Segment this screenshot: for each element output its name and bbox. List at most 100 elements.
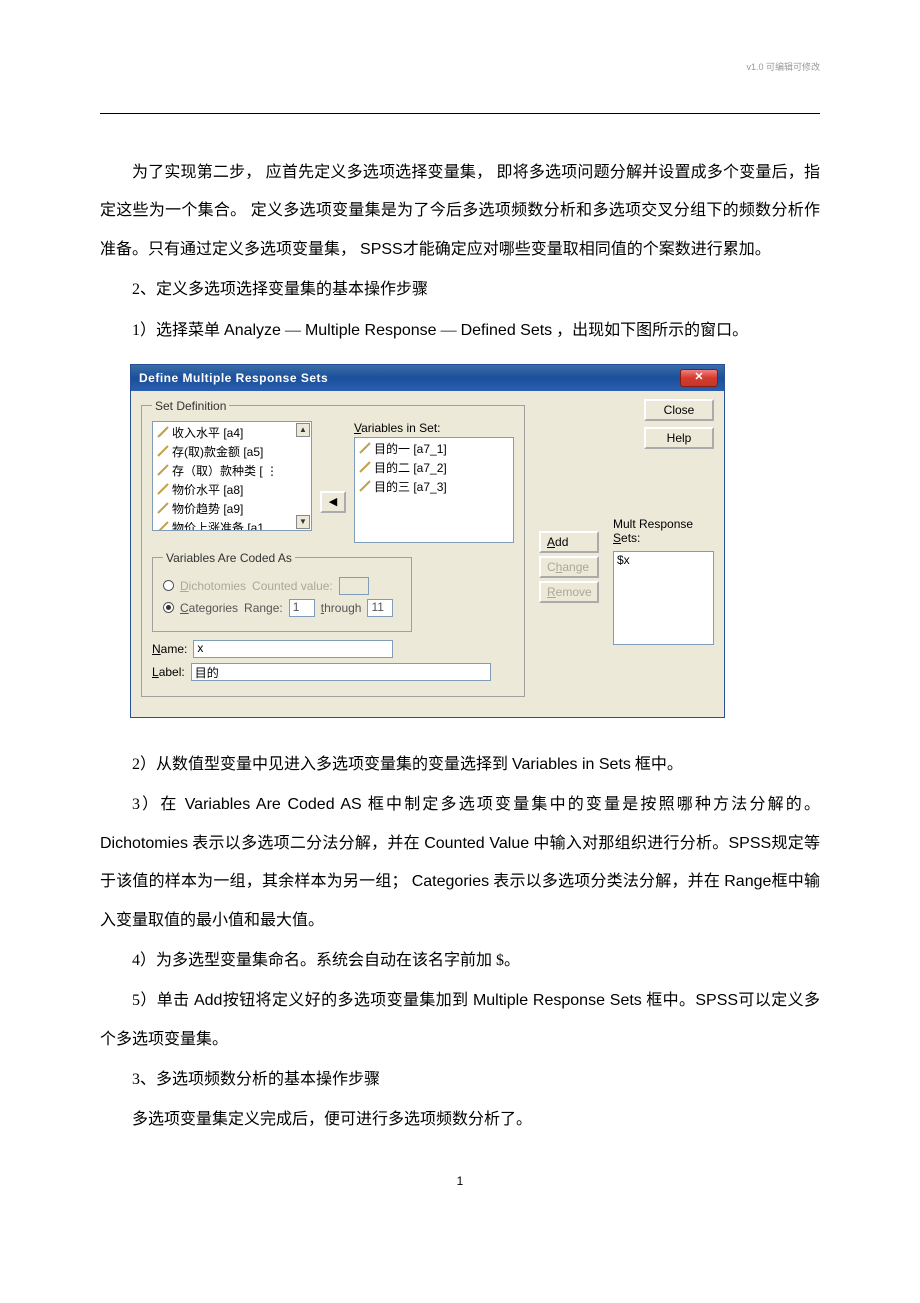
p3-e: ，出现如下图所示的窗口。 [552,322,748,339]
variables-in-set-column: Variables in Set: 目的一 [a7_1] 目的二 [a7_2] … [354,421,514,543]
scroll-down-button[interactable]: ▼ [296,515,310,529]
remove-button: Remove [539,581,599,603]
p7-e: 框中。 [642,992,696,1009]
scale-icon [359,480,371,492]
range-to-input[interactable]: 11 [367,599,393,617]
categories-radio[interactable] [163,602,174,613]
p3-defined-sets: Defined Sets [461,322,553,339]
list-item[interactable]: 存(取)款金额 [a5] [153,442,311,461]
list-item-label: 物价趋势 [a9] [172,500,243,517]
arrow-left-icon: ◀ [329,495,337,508]
paragraph-7: 5）单击 Add按钮将定义好的多选项变量集加到 Multiple Respons… [100,982,820,1059]
p3-analyze: Analyze [224,322,281,339]
list-item[interactable]: 物价趋势 [a9] [153,499,311,518]
paragraph-6: 4）为多选型变量集命名。系统会自动在该名字前加 $。 [100,942,820,980]
mr-sets-list[interactable]: $x [613,551,714,645]
list-item[interactable]: 目的一 [a7_1] [355,439,513,458]
dichotomies-label: Dichotomies [180,579,246,593]
top-rule [100,113,820,114]
p1-spss: SPSS [360,241,403,258]
list-item-label: 存（取）款种类 [ ⋮ [172,462,278,479]
list-item-label: 物价上涨准备 [a1 [172,519,264,531]
set-definition-legend: Set Definition [152,399,229,413]
dialog-titlebar[interactable]: Define Multiple Response Sets ✕ [131,365,724,391]
list-item[interactable]: 收入水平 [a4] [153,423,311,442]
p5-b: Variables Are Coded AS [185,796,362,813]
dichotomies-radio[interactable] [163,580,174,591]
scale-icon [157,445,169,457]
paragraph-9: 多选项变量集定义完成后，便可进行多选项频数分析了。 [100,1101,820,1139]
scroll-up-button[interactable]: ▲ [296,423,310,437]
p3-a: 1）选择菜单 [132,322,224,339]
p4-a: 2）从数值型变量中见进入多选项变量集的变量选择到 [132,756,512,773]
page-number: 1 [100,1174,820,1188]
dialog-middle-buttons: Add Change Remove [539,399,599,705]
label-row: Label: 目的 [152,663,514,681]
categories-row: Categories Range: 1 through 11 [163,599,401,617]
p3-dash1: — [281,322,305,339]
range-from-input[interactable]: 1 [289,599,315,617]
variables-in-set-label: Variables in Set: [354,421,514,435]
add-button[interactable]: Add [539,531,599,553]
through-label: through [321,601,362,615]
list-item-label: 目的三 [a7_3] [374,478,447,495]
list-item[interactable]: 存（取）款种类 [ ⋮ [153,461,311,480]
label-input[interactable]: 目的 [191,663,491,681]
mr-sets-label: Mult Response Sets: [613,517,714,545]
name-row: Name: x [152,640,514,658]
categories-label: Categories [180,601,238,615]
dialog-right-column: Close Help Mult Response Sets: $x [613,399,714,705]
list-item-label: 存(取)款金额 [a5] [172,443,263,460]
p5-a: 3）在 [132,796,185,813]
name-input[interactable]: x [193,640,393,658]
name-label: Name: [152,642,187,656]
close-button[interactable]: Close [644,399,714,421]
list-item[interactable]: 物价水平 [a8] [153,480,311,499]
paragraph-8: 3、多选项频数分析的基本操作步骤 [100,1061,820,1099]
p5-l: Range [724,873,771,890]
paragraph-3: 1）选择菜单 Analyze — Multiple Response — Def… [100,312,820,350]
dialog-left-column: Set Definition ▲ 收入水平 [a4] 存(取)款金额 [a5] … [141,399,525,705]
p1-tail: 才能确定应对哪些变量取相同值的个案数进行累加。 [403,241,771,258]
dialog-body: Set Definition ▲ 收入水平 [a4] 存(取)款金额 [a5] … [131,391,724,717]
dichotomies-row: Dichotomies Counted value: [163,577,401,595]
range-label: Range: [244,601,283,615]
scale-icon [359,442,371,454]
label-label: Label: [152,665,185,679]
dialog-title: Define Multiple Response Sets [139,371,328,385]
source-variables-list[interactable]: ▲ 收入水平 [a4] 存(取)款金额 [a5] 存（取）款种类 [ ⋮ 物价水… [152,421,312,531]
scale-icon [157,426,169,438]
variables-in-set-list[interactable]: 目的一 [a7_1] 目的二 [a7_2] 目的三 [a7_3] [354,437,514,543]
list-item-label: 目的一 [a7_1] [374,440,447,457]
p4-c: 框中。 [631,756,683,773]
p7-b: Add [194,992,222,1009]
paragraph-1: 为了实现第二步， 应首先定义多选项选择变量集， 即将多选项问题分解并设置成多个变… [100,154,820,269]
list-item[interactable]: 目的二 [a7_2] [355,458,513,477]
close-icon: ✕ [694,372,703,383]
variables-coded-legend: Variables Are Coded As [163,551,295,565]
scale-icon [157,502,169,514]
list-item[interactable]: 物价上涨准备 [a1 [153,518,311,531]
p3-dash2: — [437,322,461,339]
p5-h: SPSS [729,835,772,852]
move-left-button[interactable]: ◀ [320,491,346,513]
help-button[interactable]: Help [644,427,714,449]
change-button: Change [539,556,599,578]
list-item-label: 物价水平 [a8] [172,481,243,498]
p5-f: Counted Value [424,835,529,852]
p7-d: Multiple Response Sets [473,992,642,1009]
p5-k: 表示以多选项分类法分解，并在 [489,873,724,890]
scale-icon [157,464,169,476]
p7-a: 5）单击 [132,992,194,1009]
counted-value-label: Counted value: [252,579,333,593]
list-item-label: 目的二 [a7_2] [374,459,447,476]
variables-coded-group: Variables Are Coded As Dichotomies Count… [152,551,412,632]
p3-multiple-response: Multiple Response [305,322,437,339]
p5-g: 中输入对那组织进行分析。 [529,835,728,852]
scale-icon [157,521,169,531]
mr-set-item[interactable]: $x [617,553,710,567]
transfer-arrow-wrap: ◀ [320,491,346,513]
list-item[interactable]: 目的三 [a7_3] [355,477,513,496]
window-close-button[interactable]: ✕ [680,369,718,387]
p5-j: Categories [412,873,489,890]
